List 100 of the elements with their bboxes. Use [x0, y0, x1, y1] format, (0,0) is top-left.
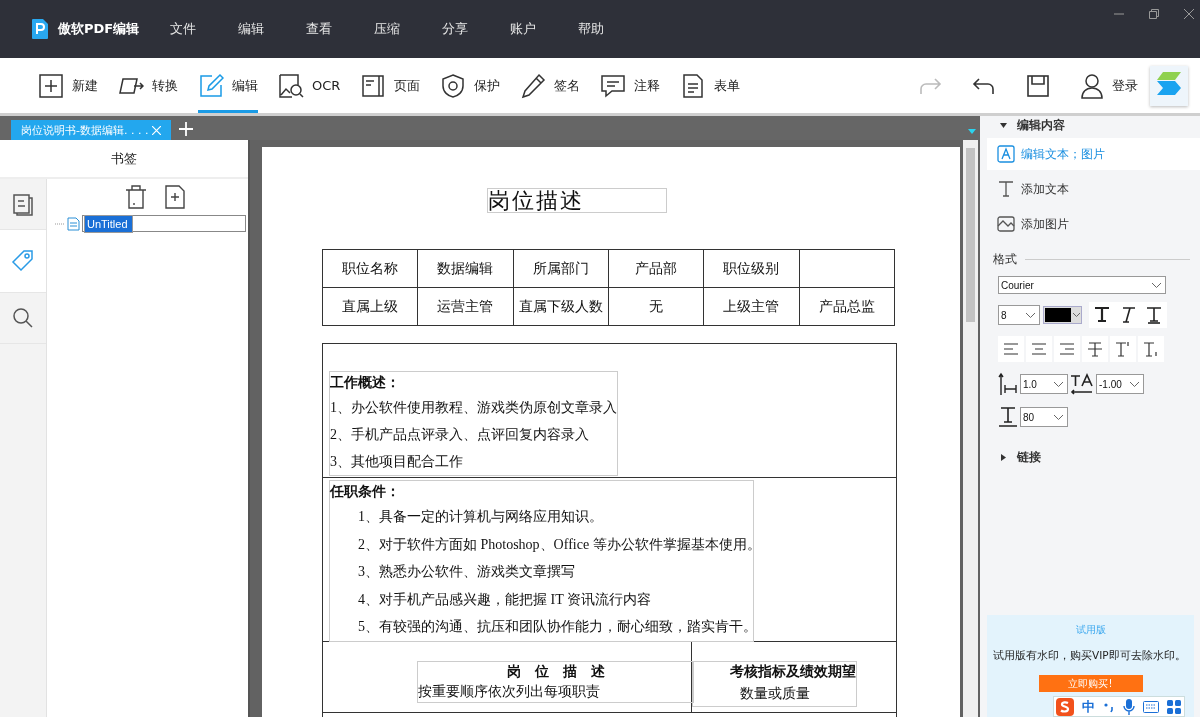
text-scale-icon: [998, 406, 1018, 428]
plus-square-icon: [38, 72, 64, 99]
menu-item[interactable]: 文件: [170, 20, 238, 38]
align-center-button[interactable]: [1026, 336, 1052, 362]
bookmark-icon: [67, 216, 80, 231]
bold-icon: [1093, 306, 1111, 324]
toolbar-button[interactable]: 编辑: [198, 58, 258, 113]
chevron-icon: [1130, 381, 1139, 387]
menu-item[interactable]: 查看: [306, 20, 374, 38]
table-cell: 上级主管: [723, 297, 780, 316]
login-button[interactable]: 登录: [1080, 72, 1138, 99]
section-header[interactable]: 编辑内容: [987, 116, 1200, 134]
menu-item[interactable]: 编辑: [238, 20, 306, 38]
character-spacing-dropdown[interactable]: -1.00: [1096, 374, 1144, 394]
scrollbar[interactable]: [963, 140, 978, 717]
line-spacing-dropdown[interactable]: 1.0: [1020, 374, 1068, 394]
toolbar-button[interactable]: 保护: [440, 58, 501, 113]
microphone-icon[interactable]: [1123, 698, 1135, 715]
list-item: 1、办公软件使用教程、游戏类伪原创文章录入: [330, 399, 617, 417]
ime-logo-icon[interactable]: [1056, 697, 1074, 716]
keyboard-icon[interactable]: [1143, 700, 1159, 713]
section-heading: 任职条件：: [330, 483, 401, 501]
list-item: 2、手机产品点评录入、点评回复内容录入: [330, 426, 590, 444]
font-dropdown[interactable]: Courier: [998, 276, 1166, 294]
column-heading: 考核指标及绩效期望: [729, 663, 856, 681]
close-icon[interactable]: [1184, 9, 1194, 19]
list-item: 4、对手机产品感兴趣，能把握 IT 资讯流行内容: [357, 590, 652, 609]
subscript-icon: [1142, 340, 1160, 358]
strikethrough-icon: [1086, 340, 1104, 358]
align-left-button[interactable]: [998, 336, 1024, 362]
tool-option[interactable]: 编辑文本；图片: [987, 138, 1200, 170]
strikethrough-button[interactable]: [1082, 336, 1108, 362]
table-cell: 产品总监: [818, 297, 875, 316]
ime-mode[interactable]: 中: [1082, 697, 1095, 716]
list-item: 3、其他项目配合工作: [330, 453, 464, 471]
pages-icon: [11, 192, 35, 216]
toolbar-button[interactable]: 表单: [680, 58, 741, 113]
pen-icon: [520, 72, 547, 99]
caret-icon: [1000, 453, 1007, 461]
table-cell: 数据编辑: [437, 259, 494, 278]
trial-title: 试用版: [1075, 623, 1106, 637]
text-cursor-icon: [997, 180, 1015, 198]
chevron-icon: [1026, 312, 1035, 318]
user-icon: [1080, 72, 1104, 99]
speech-bubble-icon: [600, 72, 627, 99]
toolbar-button[interactable]: 转换: [118, 58, 178, 113]
align-left-icon: [1002, 340, 1020, 358]
restore-icon[interactable]: [1149, 9, 1159, 19]
toolbar-button[interactable]: OCR: [278, 58, 341, 113]
align-right-icon: [1058, 340, 1076, 358]
list-item: 2、对于软件方面如 Photoshop、Office 等办公软件掌握基本使用。: [357, 535, 753, 554]
list-item: 5、有较强的沟通、抗压和团队协作能力，耐心细致，踏实肯干。: [357, 618, 753, 636]
add-page-icon[interactable]: [165, 185, 185, 209]
chevron-icon: [1054, 414, 1063, 420]
tree-line: [55, 222, 65, 225]
menu-item[interactable]: 压缩: [374, 20, 442, 38]
superscript-button[interactable]: [1110, 336, 1136, 362]
chevron-icon: [1152, 282, 1161, 288]
save-button[interactable]: [1026, 73, 1050, 98]
section-header[interactable]: 链接: [987, 448, 1200, 466]
tool-option[interactable]: 添加文本: [987, 173, 1200, 205]
character-spacing-icon: [1070, 373, 1094, 395]
tag-icon: [11, 249, 35, 273]
toolbar-button[interactable]: 注释: [600, 58, 661, 113]
table-cell: 直属上级: [342, 297, 399, 316]
table-cell: 运营主管: [437, 297, 494, 316]
picture-magnifier-icon: [278, 72, 304, 99]
table-cell: 直属下级人数: [518, 297, 603, 316]
font-size-dropdown[interactable]: 8: [998, 305, 1040, 325]
underline-icon: [1145, 306, 1163, 324]
tool-option[interactable]: 添加图片: [987, 208, 1200, 240]
align-center-icon: [1030, 340, 1048, 358]
app-name: 傲软PDF编辑: [58, 20, 141, 38]
menu-item[interactable]: 账户: [510, 20, 578, 38]
toolbar-button[interactable]: 签名: [520, 58, 581, 113]
trial-message: 试用版有水印，购买VIP即可去除水印。: [992, 649, 1186, 663]
align-right-button[interactable]: [1054, 336, 1080, 362]
text-scale-dropdown[interactable]: 80: [1020, 407, 1068, 427]
column-subtitle: 按重要顺序依次列出每项职责: [418, 683, 601, 701]
toolbar-button[interactable]: 页面: [360, 58, 421, 113]
menu-item[interactable]: 帮助: [578, 20, 646, 38]
brand-logo-icon[interactable]: [1150, 65, 1188, 106]
bookmark-name-field[interactable]: UnTitled: [82, 215, 246, 232]
column-subtitle: 数量或质量: [738, 685, 811, 703]
table-cell: 职位级别: [723, 259, 780, 278]
app-logo-icon: [31, 18, 49, 40]
menu-item[interactable]: 分享: [442, 20, 510, 38]
letter-a-icon: [997, 145, 1015, 163]
search-icon: [11, 306, 35, 330]
color-picker[interactable]: [1043, 306, 1082, 324]
line-spacing-icon: [998, 372, 1018, 396]
trash-icon[interactable]: [125, 185, 147, 209]
grid-icon[interactable]: [1167, 699, 1181, 714]
table-cell: 产品部: [635, 259, 678, 278]
toolbar-button[interactable]: 新建: [38, 58, 98, 113]
subscript-button[interactable]: [1138, 336, 1164, 362]
table-cell: 职位名称: [342, 259, 399, 278]
list-item: 3、熟悉办公软件、游戏类文章撰写: [357, 563, 576, 581]
add-tab-icon[interactable]: [179, 122, 193, 136]
dropdown-icon[interactable]: [968, 129, 976, 134]
